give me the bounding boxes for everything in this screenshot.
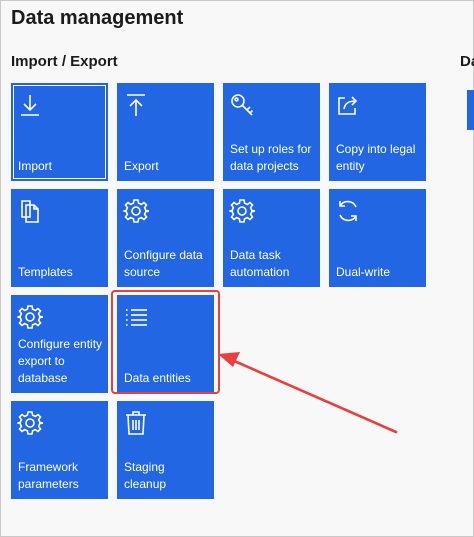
tile-label: Data task automation bbox=[230, 248, 290, 279]
tile-configure-data-source[interactable]: Configure data source bbox=[117, 189, 214, 287]
tile-copy-into-legal-entity[interactable]: Copy into legal entity bbox=[329, 83, 426, 181]
gear-icon bbox=[17, 304, 43, 330]
gear-icon bbox=[17, 410, 43, 436]
clipped-tile[interactable] bbox=[467, 90, 474, 130]
key-icon bbox=[229, 92, 255, 118]
tile-label: Configure data source bbox=[124, 248, 203, 279]
tile-label: Export bbox=[124, 159, 159, 173]
tile-configure-entity-export[interactable]: Configure entity export to database bbox=[11, 295, 108, 393]
tile-label: Dual-write bbox=[336, 265, 391, 279]
tile-label: Import bbox=[18, 159, 53, 173]
tile-label: Configure entity export to database bbox=[18, 337, 103, 385]
gear-icon bbox=[123, 198, 149, 224]
copy-icon bbox=[17, 198, 43, 224]
tile-framework-parameters[interactable]: Framework parameters bbox=[11, 401, 108, 499]
tile-label: Set up roles for data projects bbox=[230, 142, 312, 173]
tile-label: Templates bbox=[18, 265, 73, 279]
tile-dual-write[interactable]: Dual-write bbox=[329, 189, 426, 287]
tile-set-up-roles[interactable]: Set up roles for data projects bbox=[223, 83, 320, 181]
download-icon bbox=[17, 92, 43, 118]
tile-label: Copy into legal entity bbox=[336, 142, 416, 173]
page-title: Data management bbox=[11, 7, 184, 29]
section-title-clipped: Da bbox=[460, 53, 474, 70]
annotation-highlight-box bbox=[111, 290, 220, 394]
upload-icon bbox=[123, 92, 149, 118]
tile-import[interactable]: Import bbox=[11, 83, 108, 181]
tile-templates[interactable]: Templates bbox=[11, 189, 108, 287]
gear-icon bbox=[229, 198, 255, 224]
tile-export[interactable]: Export bbox=[117, 83, 214, 181]
tile-staging-cleanup[interactable]: Staging cleanup bbox=[117, 401, 214, 499]
sync-icon bbox=[335, 198, 361, 224]
section-title-import-export: Import / Export bbox=[11, 53, 118, 70]
tile-label: Staging cleanup bbox=[124, 460, 167, 491]
tile-data-task-automation[interactable]: Data task automation bbox=[223, 189, 320, 287]
trash-icon bbox=[123, 410, 149, 436]
share-icon bbox=[335, 92, 361, 118]
tile-label: Framework parameters bbox=[18, 460, 79, 491]
